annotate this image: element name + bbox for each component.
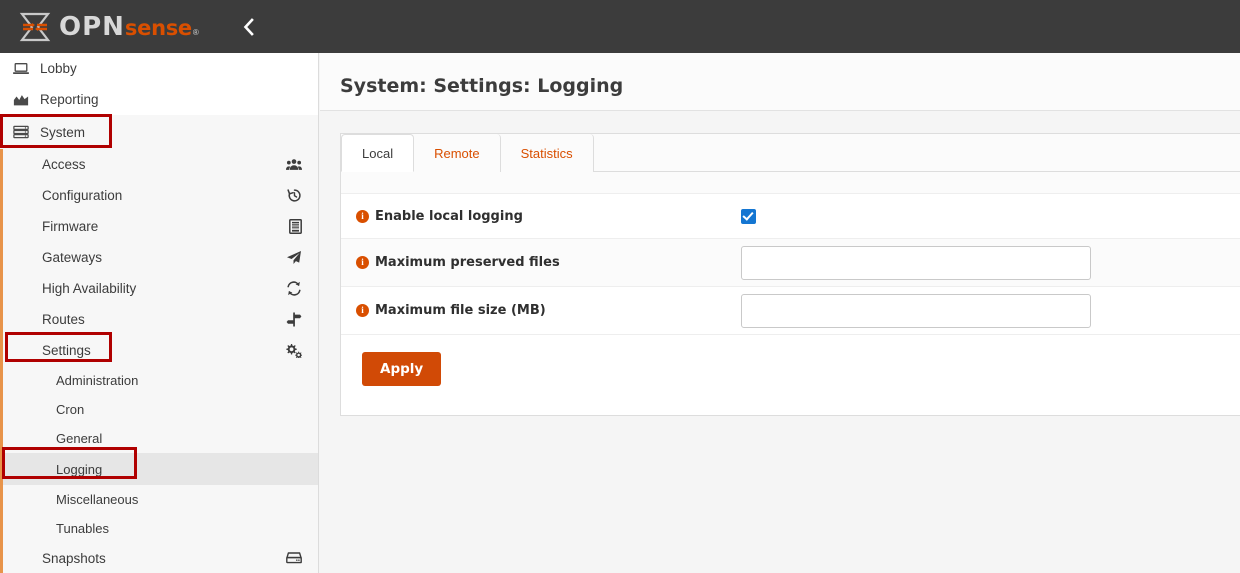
sidebar-item-reporting[interactable]: Reporting xyxy=(0,84,318,115)
tab-label: Remote xyxy=(434,146,480,161)
page-header: System: Settings: Logging xyxy=(320,53,1240,111)
sidebar-item-configuration[interactable]: Configuration xyxy=(3,180,318,211)
opnsense-hourglass-icon xyxy=(18,12,52,42)
sidebar-item-logging[interactable]: Logging xyxy=(3,453,318,485)
sidebar-item-firmware[interactable]: Firmware xyxy=(3,211,318,242)
info-icon[interactable]: i xyxy=(356,210,369,223)
form-actions: Apply xyxy=(341,335,1240,406)
logo-opn-text: OPN xyxy=(59,12,125,42)
field-label-enable-local-logging: i Enable local logging xyxy=(356,209,741,224)
form-row-maximum-preserved-files: i Maximum preserved files xyxy=(341,239,1240,287)
sidebar-item-label: Snapshots xyxy=(42,551,106,566)
sidebar-item-miscellaneous[interactable]: Miscellaneous xyxy=(3,485,318,514)
sidebar-item-label: Settings xyxy=(42,343,91,358)
logo-registered-mark: ® xyxy=(193,28,199,37)
top-header-bar: OPNsense® xyxy=(0,0,1240,53)
label-text: Enable local logging xyxy=(375,209,523,224)
sidebar-nav[interactable]: Lobby Reporting System Access xyxy=(0,53,319,573)
field-label-maximum-file-size: i Maximum file size (MB) xyxy=(356,303,741,318)
history-icon xyxy=(287,188,302,203)
sidebar-item-label: Access xyxy=(42,157,86,172)
sidebar-item-label: Configuration xyxy=(42,188,122,203)
chevron-left-icon xyxy=(242,18,255,36)
users-icon xyxy=(286,158,302,171)
sidebar-item-label: Tunables xyxy=(56,521,109,536)
main-content: System: Settings: Logging Local Remote S… xyxy=(320,53,1240,573)
tab-label: Statistics xyxy=(521,146,573,161)
info-icon[interactable]: i xyxy=(356,256,369,269)
sidebar-item-label: Firmware xyxy=(42,219,98,234)
area-chart-icon xyxy=(10,93,32,107)
hard-drive-icon xyxy=(286,552,302,565)
field-label-maximum-preserved-files: i Maximum preserved files xyxy=(356,255,741,270)
maximum-preserved-files-input[interactable] xyxy=(741,246,1091,280)
sidebar-item-label: Reporting xyxy=(40,92,99,107)
apply-button[interactable]: Apply xyxy=(362,352,441,386)
tab-local[interactable]: Local xyxy=(341,134,414,172)
sync-icon xyxy=(286,281,302,296)
sidebar-item-label: Gateways xyxy=(42,250,102,265)
server-stack-icon xyxy=(10,125,32,139)
sidebar-item-cron[interactable]: Cron xyxy=(3,395,318,424)
opnsense-logo[interactable]: OPNsense® xyxy=(18,0,199,53)
sidebar-item-routes[interactable]: Routes xyxy=(3,304,318,335)
sidebar-item-label: Cron xyxy=(56,402,84,417)
settings-submenu: Administration Cron General Logging Misc… xyxy=(3,366,318,543)
sidebar-item-label: General xyxy=(56,431,102,446)
cogs-icon xyxy=(285,343,302,358)
tab-remote[interactable]: Remote xyxy=(414,134,501,172)
sidebar-item-access[interactable]: Access xyxy=(3,149,318,180)
label-text: Maximum file size (MB) xyxy=(375,303,546,318)
form-row-maximum-file-size: i Maximum file size (MB) xyxy=(341,287,1240,335)
sidebar-item-label: High Availability xyxy=(42,281,136,296)
tab-bar: Local Remote Statistics xyxy=(341,134,1240,172)
maximum-file-size-input[interactable] xyxy=(741,294,1091,328)
panel-top-spacer xyxy=(341,172,1240,194)
tab-label: Local xyxy=(362,146,393,161)
sidebar-item-administration[interactable]: Administration xyxy=(3,366,318,395)
sidebar-item-label: Administration xyxy=(56,373,138,388)
sidebar-item-label: Lobby xyxy=(40,61,77,76)
sidebar-item-tunables[interactable]: Tunables xyxy=(3,514,318,543)
sidebar-item-high-availability[interactable]: High Availability xyxy=(3,273,318,304)
page-title: System: Settings: Logging xyxy=(340,75,1240,97)
sidebar-item-label: Logging xyxy=(56,462,102,477)
tab-statistics[interactable]: Statistics xyxy=(501,134,594,172)
sidebar-item-gateways[interactable]: Gateways xyxy=(3,242,318,273)
signpost-icon xyxy=(286,312,302,327)
tab-bar-filler xyxy=(594,134,1240,171)
label-text: Maximum preserved files xyxy=(375,255,560,270)
sidebar-item-lobby[interactable]: Lobby xyxy=(0,53,318,84)
form-row-enable-local-logging: i Enable local logging xyxy=(341,194,1240,239)
sidebar-item-label: Routes xyxy=(42,312,85,327)
settings-panel: Local Remote Statistics i Enable local l… xyxy=(340,133,1240,416)
paper-plane-icon xyxy=(286,250,302,265)
sidebar-item-general[interactable]: General xyxy=(3,424,318,453)
server-icon xyxy=(289,219,302,234)
sidebar-item-label: System xyxy=(40,125,85,140)
sidebar-item-settings[interactable]: Settings xyxy=(3,335,318,366)
sidebar-collapse-button[interactable] xyxy=(237,15,261,39)
sidebar-item-snapshots[interactable]: Snapshots xyxy=(3,543,318,573)
info-icon[interactable]: i xyxy=(356,304,369,317)
system-submenu: Access Configuration xyxy=(0,149,318,573)
enable-local-logging-checkbox[interactable] xyxy=(741,209,756,224)
sidebar-item-label: Miscellaneous xyxy=(56,492,138,507)
laptop-icon xyxy=(10,62,32,76)
sidebar-item-system[interactable]: System xyxy=(0,115,318,149)
logo-sense-text: sense xyxy=(125,16,192,40)
